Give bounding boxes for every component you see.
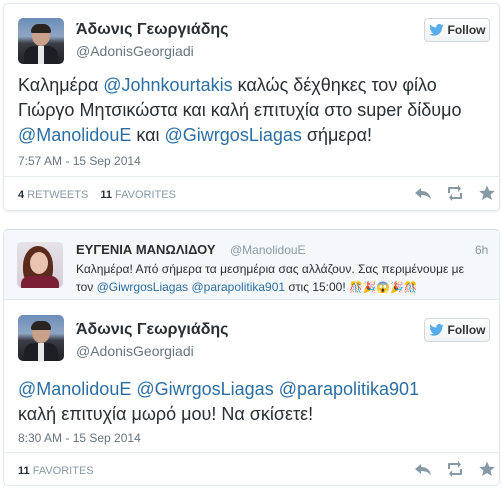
author-name[interactable]: Άδωνις Γεωργιάδης bbox=[76, 21, 228, 39]
author-handle[interactable]: @AdonisGeorgiadi bbox=[76, 343, 194, 359]
tweet-text-segment: καλή επιτυχία μωρό μου! Να σκίσετε! bbox=[18, 404, 314, 424]
mention-link[interactable]: @GiwrgosLiagas bbox=[165, 125, 302, 145]
retweets-label: RETWEETS bbox=[27, 189, 89, 201]
reply-icon[interactable] bbox=[414, 185, 432, 201]
reply-time[interactable]: 6h bbox=[475, 243, 488, 257]
follow-label: Follow bbox=[447, 323, 486, 337]
favorite-icon[interactable] bbox=[478, 461, 496, 477]
tweet-card-with-reply: ΕΥΓΕΝΙΑ ΜΑΝΩΛΙΔΟΥ @ManolidouE 6h Καλημέρ… bbox=[3, 229, 500, 486]
author-handle[interactable]: @AdonisGeorgiadi bbox=[76, 43, 194, 59]
mention-link[interactable]: @parapolitika901 bbox=[279, 379, 419, 399]
favorite-icon[interactable] bbox=[478, 185, 496, 201]
retweet-icon[interactable] bbox=[446, 461, 464, 477]
tweet-timestamp[interactable]: 8:30 AM - 15 Sep 2014 bbox=[18, 431, 141, 445]
tweet-text-segment: Καλημέρα bbox=[18, 75, 104, 95]
tweet-actions bbox=[414, 461, 496, 477]
reply-icon[interactable] bbox=[414, 461, 432, 477]
author-name[interactable]: Άδωνις Γεωργιάδης bbox=[76, 321, 228, 339]
mention-link[interactable]: @ManolidouE bbox=[18, 379, 131, 399]
twitter-bird-icon bbox=[428, 24, 444, 36]
favorites-label: FAVORITES bbox=[32, 465, 94, 477]
reply-text-suffix: στις 15:00! bbox=[285, 280, 350, 294]
divider bbox=[4, 452, 499, 453]
reply-author-name[interactable]: ΕΥΓΕΝΙΑ ΜΑΝΩΛΙΔΟΥ bbox=[76, 242, 216, 257]
reply-mention[interactable]: @GiwrgosLiagas bbox=[97, 280, 189, 294]
tweet-text: Καλημέρα @Johnkourtakis καλώς δέχθηκες τ… bbox=[18, 73, 488, 148]
tweet-card: Άδωνις Γεωργιάδης @AdonisGeorgiadi Follo… bbox=[3, 3, 500, 211]
reply-text-line2: τον @GiwrgosLiagas @parapolitika901 στις… bbox=[76, 278, 476, 297]
reply-text: Καλημέρα! Από σήμερα τα μεσημέρια σας αλ… bbox=[76, 260, 476, 297]
tweet-actions bbox=[414, 185, 496, 201]
follow-button[interactable]: Follow bbox=[424, 18, 490, 42]
tweet-text: @ManolidouE @GiwrgosLiagas @parapolitika… bbox=[18, 377, 458, 427]
follow-button[interactable]: Follow bbox=[424, 318, 490, 342]
favorites-stat[interactable]: 11 FAVORITES bbox=[18, 465, 94, 477]
mention-link[interactable]: @ManolidouE bbox=[18, 125, 131, 145]
twitter-bird-icon bbox=[428, 324, 444, 336]
emoji-group: 🎊🎉😱🎉🎊 bbox=[349, 282, 418, 294]
retweets-count: 4 bbox=[18, 189, 25, 201]
favorites-count: 11 bbox=[100, 189, 112, 201]
mention-link[interactable]: @Johnkourtakis bbox=[103, 75, 232, 95]
tweet-text-segment: και bbox=[131, 125, 165, 145]
in-reply-to-tweet[interactable]: ΕΥΓΕΝΙΑ ΜΑΝΩΛΙΔΟΥ @ManolidouE 6h Καλημέρ… bbox=[4, 230, 499, 300]
tweet-text-segment: σήμερα! bbox=[301, 125, 373, 145]
author-avatar[interactable] bbox=[18, 315, 64, 361]
retweets-stat[interactable]: 4 RETWEETS bbox=[18, 189, 88, 201]
divider bbox=[4, 176, 499, 177]
reply-text-prefix: τον bbox=[76, 280, 97, 294]
mention-link[interactable]: @GiwrgosLiagas bbox=[136, 379, 273, 399]
tweet-stats: 11 FAVORITES bbox=[18, 465, 94, 477]
reply-mention[interactable]: @parapolitika901 bbox=[191, 280, 285, 294]
follow-label: Follow bbox=[447, 23, 486, 37]
reply-author-avatar[interactable] bbox=[17, 242, 63, 288]
tweet-stats: 4 RETWEETS 11 FAVORITES bbox=[18, 189, 176, 201]
favorites-count: 11 bbox=[18, 465, 30, 477]
retweet-icon[interactable] bbox=[446, 185, 464, 201]
favorites-stat[interactable]: 11 FAVORITES bbox=[100, 189, 176, 201]
author-avatar[interactable] bbox=[18, 18, 64, 64]
tweet-timestamp[interactable]: 7:57 AM - 15 Sep 2014 bbox=[18, 154, 141, 168]
reply-text-line1: Καλημέρα! Από σήμερα τα μεσημέρια σας αλ… bbox=[76, 262, 464, 276]
reply-author-handle[interactable]: @ManolidouE bbox=[230, 243, 306, 257]
favorites-label: FAVORITES bbox=[115, 189, 176, 201]
